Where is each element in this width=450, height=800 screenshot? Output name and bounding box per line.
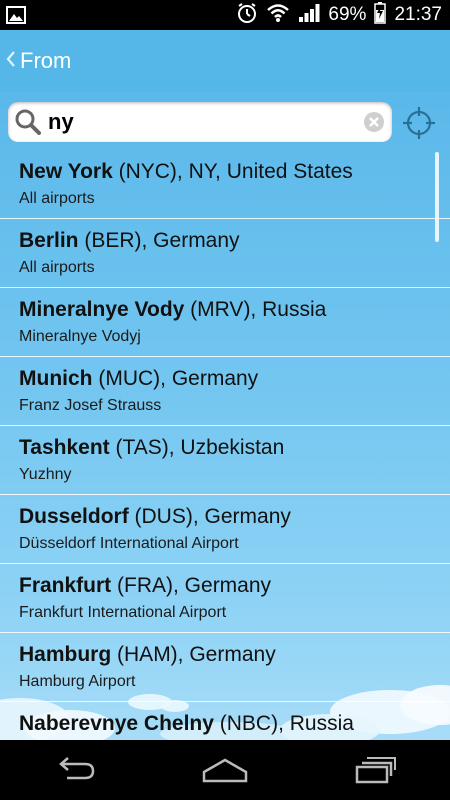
list-item[interactable]: Naberevnye Chelny (NBC), Russia <box>0 702 450 740</box>
list-item[interactable]: Berlin (BER), Germany All airports <box>0 219 450 288</box>
item-title: New York (NYC), NY, United States <box>19 159 450 185</box>
item-subtitle: Mineralnye Vodyj <box>19 328 141 345</box>
recents-icon[interactable] <box>340 745 410 795</box>
item-title: Munich (MUC), Germany <box>19 366 450 392</box>
item-city: Naberevnye Chelny <box>19 712 214 735</box>
item-subtitle: Düsseldorf International Airport <box>19 535 239 552</box>
content-area: New York (NYC), NY, United States All ai… <box>0 92 450 740</box>
item-city: Hamburg <box>19 643 112 666</box>
item-city: Tashkent <box>19 436 110 459</box>
results-list: New York (NYC), NY, United States All ai… <box>0 150 450 740</box>
item-title: Dusseldorf (DUS), Germany <box>19 504 450 530</box>
page-title: From <box>20 48 72 73</box>
item-code-country: (BER), Germany <box>78 229 240 252</box>
list-item[interactable]: Tashkent (TAS), Uzbekistan Yuzhny <box>0 426 450 495</box>
list-item[interactable]: New York (NYC), NY, United States All ai… <box>0 150 450 219</box>
clear-icon[interactable] <box>356 102 392 142</box>
item-subtitle: Hamburg Airport <box>19 673 136 690</box>
item-code-country: (TAS), Uzbekistan <box>109 436 285 459</box>
crosshair-locate-icon[interactable] <box>400 104 438 142</box>
item-subtitle: Franz Josef Strauss <box>19 397 162 414</box>
battery-charging-icon <box>374 1 387 29</box>
list-item[interactable]: Frankfurt (FRA), Germany Frankfurt Inter… <box>0 564 450 633</box>
list-item[interactable]: Hamburg (HAM), Germany Hamburg Airport <box>0 633 450 702</box>
item-subtitle: Yuzhny <box>19 466 72 483</box>
item-city: Munich <box>19 367 93 390</box>
item-code-country: (NYC), NY, United States <box>112 160 353 183</box>
item-city: Mineralnye Vody <box>19 298 185 321</box>
item-code-country: (DUS), Germany <box>128 505 291 528</box>
search-box <box>8 102 392 142</box>
signal-icon <box>298 3 320 28</box>
item-title: Hamburg (HAM), Germany <box>19 642 450 668</box>
search-icon <box>8 102 48 142</box>
search-input[interactable] <box>48 109 356 135</box>
scrollbar[interactable] <box>435 152 439 242</box>
item-city: Frankfurt <box>19 574 112 597</box>
item-title: Berlin (BER), Germany <box>19 228 450 254</box>
image-notification-icon <box>6 6 26 29</box>
item-subtitle: All airports <box>19 190 95 207</box>
item-city: Berlin <box>19 229 79 252</box>
clock: 21:37 <box>394 4 442 25</box>
item-city: Dusseldorf <box>19 505 129 528</box>
wifi-icon <box>266 3 290 28</box>
action-bar: From <box>0 30 450 92</box>
item-title: Frankfurt (FRA), Germany <box>19 573 450 599</box>
item-code-country: (MRV), Russia <box>184 298 327 321</box>
home-icon[interactable] <box>190 745 260 795</box>
item-subtitle: All airports <box>19 259 95 276</box>
alarm-icon <box>236 2 258 29</box>
item-code-country: (FRA), Germany <box>111 574 272 597</box>
chevron-left-icon <box>6 48 16 74</box>
list-item[interactable]: Munich (MUC), Germany Franz Josef Straus… <box>0 357 450 426</box>
list-item[interactable]: Dusseldorf (DUS), Germany Düsseldorf Int… <box>0 495 450 564</box>
search-row <box>0 92 450 152</box>
item-title: Naberevnye Chelny (NBC), Russia <box>19 711 450 737</box>
battery-percent: 69% <box>328 4 367 25</box>
item-title: Tashkent (TAS), Uzbekistan <box>19 435 450 461</box>
back-icon[interactable] <box>40 745 110 795</box>
item-code-country: (HAM), Germany <box>111 643 276 666</box>
item-subtitle: Frankfurt International Airport <box>19 604 227 621</box>
item-code-country: (NBC), Russia <box>213 712 354 735</box>
status-bar: 69% 21:37 <box>0 0 450 30</box>
back-button[interactable]: From <box>0 48 71 74</box>
list-item[interactable]: Mineralnye Vody (MRV), Russia Mineralnye… <box>0 288 450 357</box>
item-city: New York <box>19 160 113 183</box>
item-title: Mineralnye Vody (MRV), Russia <box>19 297 450 323</box>
item-code-country: (MUC), Germany <box>92 367 259 390</box>
navigation-bar <box>0 740 450 800</box>
